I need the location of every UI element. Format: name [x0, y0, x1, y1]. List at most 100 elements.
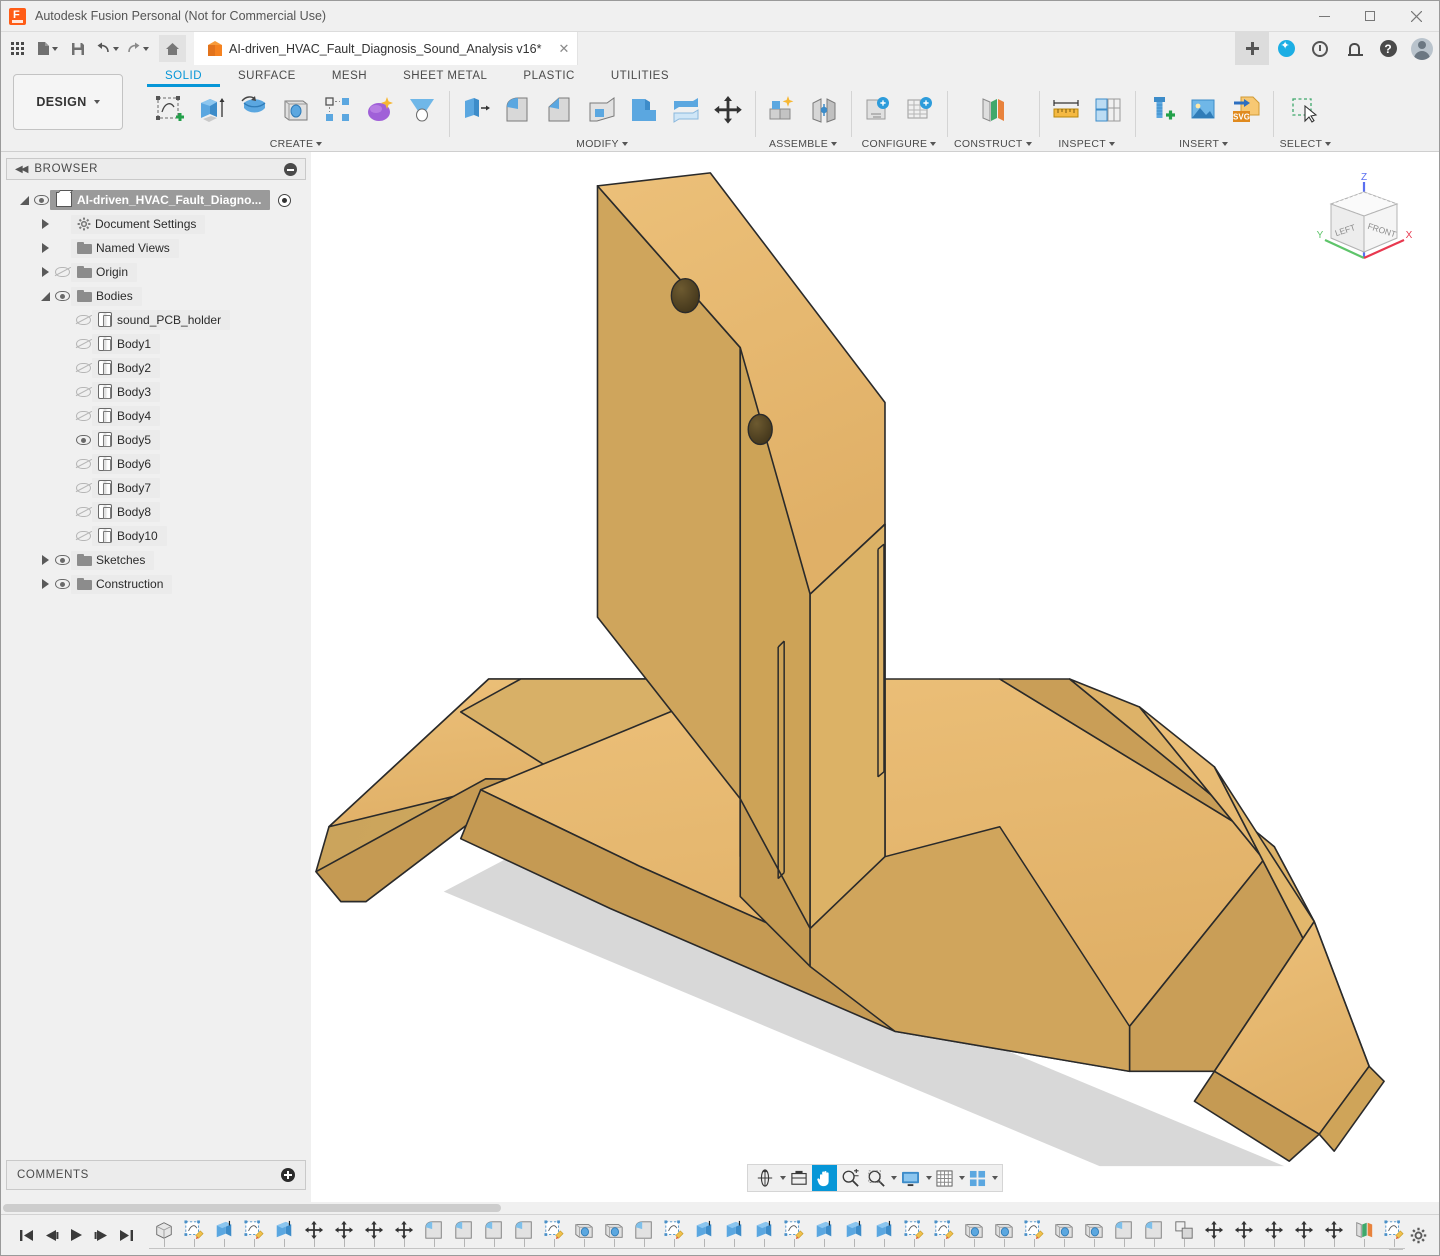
visibility-toggle[interactable]: [75, 387, 92, 397]
save-button[interactable]: [64, 35, 91, 62]
viewports-icon[interactable]: [965, 1165, 990, 1191]
configure-design-icon[interactable]: [858, 89, 898, 131]
app-grid-button[interactable]: [4, 35, 31, 62]
visibility-toggle[interactable]: [54, 555, 71, 565]
expand-twisty[interactable]: [37, 579, 54, 589]
timeline-feature-fillet-feature[interactable]: [419, 1218, 449, 1252]
timeline-feature-move-feature[interactable]: [299, 1218, 329, 1252]
panel-create-title[interactable]: CREATE: [270, 136, 323, 151]
section-analysis-icon[interactable]: [1088, 89, 1128, 131]
browser-tree-item[interactable]: Construction: [6, 572, 306, 596]
visibility-toggle[interactable]: [75, 483, 92, 493]
browser-tree-item[interactable]: Body6: [6, 452, 306, 476]
create-sketch-icon[interactable]: [150, 89, 190, 131]
timeline-feature-move-feature[interactable]: [1259, 1218, 1289, 1252]
timeline-feature-hole-feature[interactable]: [599, 1218, 629, 1252]
expand-twisty[interactable]: [37, 291, 54, 301]
orbit-icon[interactable]: [752, 1165, 778, 1191]
browser-tree-item[interactable]: Body8: [6, 500, 306, 524]
panel-inspect-title[interactable]: INSPECT: [1058, 136, 1115, 151]
browser-tree-item[interactable]: sound_PCB_holder: [6, 308, 306, 332]
fit-icon[interactable]: [863, 1165, 889, 1191]
scrollbar-thumb[interactable]: [3, 1204, 501, 1212]
minimize-button[interactable]: [1301, 1, 1347, 32]
visibility-toggle[interactable]: [75, 459, 92, 469]
display-settings-icon[interactable]: [897, 1165, 924, 1191]
panel-assemble-title[interactable]: ASSEMBLE: [769, 136, 837, 151]
look-at-icon[interactable]: [786, 1165, 812, 1191]
configuration-table-icon[interactable]: [900, 89, 940, 131]
split-face-icon[interactable]: [666, 89, 706, 131]
browser-tree-item[interactable]: Origin: [6, 260, 306, 284]
timeline-feature-hole-feature[interactable]: [989, 1218, 1019, 1252]
tab-utilities[interactable]: UTILITIES: [593, 66, 687, 87]
form-icon[interactable]: [360, 89, 400, 131]
play-icon[interactable]: [65, 1224, 87, 1246]
shell-icon[interactable]: [582, 89, 622, 131]
add-comment-icon[interactable]: [281, 1168, 295, 1182]
collapse-panel-icon[interactable]: ◀◀: [15, 164, 28, 175]
go-to-end-icon[interactable]: [115, 1224, 137, 1246]
panel-construct-title[interactable]: CONSTRUCT: [954, 136, 1032, 151]
timeline-feature-component-feature[interactable]: [149, 1218, 179, 1252]
maximize-button[interactable]: [1347, 1, 1393, 32]
browser-tree-item[interactable]: Body4: [6, 404, 306, 428]
timeline-feature-move-feature[interactable]: [1229, 1218, 1259, 1252]
timeline-feature-sketch-feature[interactable]: [899, 1218, 929, 1252]
undo-button[interactable]: [94, 35, 121, 62]
grid-snaps-icon[interactable]: [932, 1165, 957, 1191]
rectangular-pattern-icon[interactable]: [318, 89, 358, 131]
pan-hand-icon[interactable]: [812, 1165, 837, 1191]
timeline-feature-fillet-feature[interactable]: [449, 1218, 479, 1252]
chamfer-icon[interactable]: [540, 89, 580, 131]
browser-tree-item[interactable]: Document Settings: [6, 212, 306, 236]
browser-tree-item[interactable]: Body3: [6, 380, 306, 404]
timeline-feature-move-feature[interactable]: [1289, 1218, 1319, 1252]
joint-icon[interactable]: [804, 89, 844, 131]
timeline-feature-move-feature[interactable]: [1319, 1218, 1349, 1252]
timeline-feature-extrude-feature[interactable]: [209, 1218, 239, 1252]
visibility-toggle[interactable]: [54, 291, 71, 301]
visibility-toggle[interactable]: [54, 579, 71, 589]
combine-icon[interactable]: [624, 89, 664, 131]
timeline-feature-extrude-feature[interactable]: [869, 1218, 899, 1252]
browser-tree-item[interactable]: Body2: [6, 356, 306, 380]
help-question-icon[interactable]: ?: [1371, 32, 1405, 65]
extensions-icon[interactable]: [1269, 32, 1303, 65]
loft-icon[interactable]: [402, 89, 442, 131]
extrude-icon[interactable]: [192, 89, 232, 131]
expand-twisty[interactable]: [16, 195, 33, 205]
timeline-feature-move-feature[interactable]: [329, 1218, 359, 1252]
timeline-feature-combine-feature[interactable]: [1169, 1218, 1199, 1252]
new-component-icon[interactable]: [762, 89, 802, 131]
activate-component-radio[interactable]: [278, 193, 292, 207]
hole-icon[interactable]: [276, 89, 316, 131]
timeline-feature-fillet-feature[interactable]: [1109, 1218, 1139, 1252]
timeline-feature-fillet-feature[interactable]: [509, 1218, 539, 1252]
timeline-feature-extrude-feature[interactable]: [809, 1218, 839, 1252]
step-forward-icon[interactable]: [90, 1224, 112, 1246]
timeline-feature-sketch-feature[interactable]: [179, 1218, 209, 1252]
tab-sheet-metal[interactable]: SHEET METAL: [385, 66, 505, 87]
notifications-bell-icon[interactable]: [1337, 32, 1371, 65]
expand-twisty[interactable]: [37, 219, 54, 229]
insert-image-icon[interactable]: [1184, 89, 1224, 131]
timeline-feature-extrude-feature[interactable]: [689, 1218, 719, 1252]
visibility-toggle[interactable]: [75, 507, 92, 517]
comments-panel[interactable]: COMMENTS: [6, 1160, 306, 1190]
timeline-feature-move-feature[interactable]: [1199, 1218, 1229, 1252]
timeline-feature-hole-feature[interactable]: [1079, 1218, 1109, 1252]
timeline-feature-fillet-feature[interactable]: [479, 1218, 509, 1252]
3d-viewport[interactable]: Z Y X LEFT FRONT: [311, 152, 1439, 1202]
user-avatar[interactable]: [1405, 32, 1439, 65]
visibility-toggle[interactable]: [75, 435, 92, 445]
insert-mcmaster-icon[interactable]: [1142, 89, 1182, 131]
measure-icon[interactable]: [1046, 89, 1086, 131]
move-copy-icon[interactable]: [708, 89, 748, 131]
visibility-toggle[interactable]: [75, 339, 92, 349]
timeline-feature-sketch-feature[interactable]: [779, 1218, 809, 1252]
add-tab-button[interactable]: [1235, 32, 1269, 65]
timeline-feature-fillet-feature[interactable]: [1139, 1218, 1169, 1252]
expand-twisty[interactable]: [37, 243, 54, 253]
close-button[interactable]: [1393, 1, 1439, 32]
